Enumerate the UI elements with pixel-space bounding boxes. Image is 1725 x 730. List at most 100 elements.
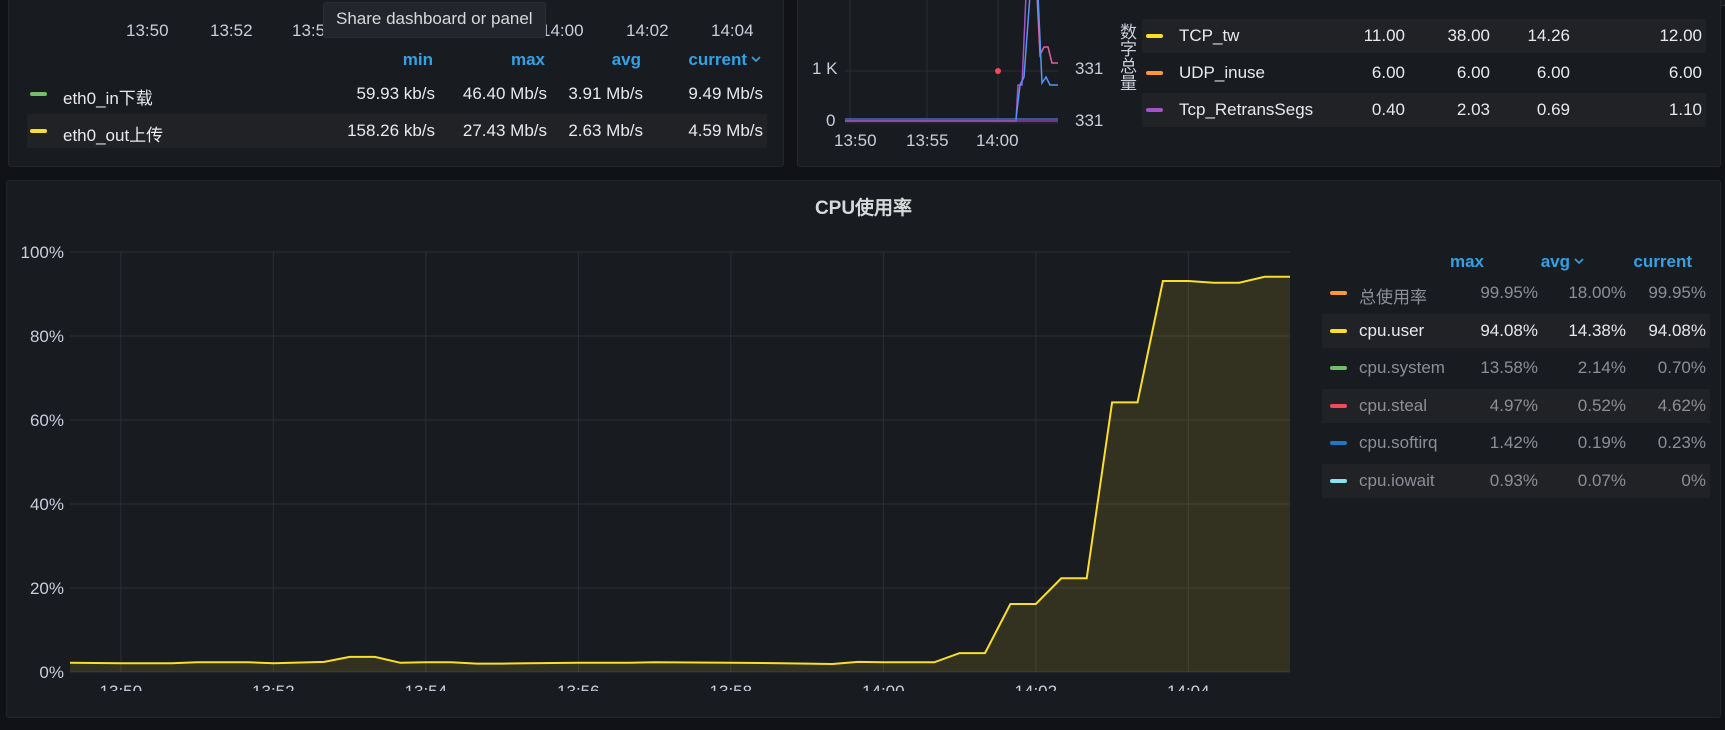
series-color-swatch [1330, 403, 1347, 408]
series-current-value: 0% [1681, 470, 1706, 490]
series-max-value: 13.58% [1480, 358, 1538, 377]
net-legend-row[interactable]: eth0_in下载 59.93 kb/s 46.40 Mb/s 3.91 Mb/s 9.… [27, 77, 767, 111]
tcp-marker-point [995, 68, 1001, 74]
series-value: 2.03 [1456, 100, 1490, 119]
series-name: cpu.user [1359, 320, 1425, 340]
series-name: eth0_in下载 [63, 89, 153, 108]
x-tick-label: 14:00 [862, 682, 905, 691]
cpu-legend-header-max[interactable]: max [1450, 252, 1484, 272]
tcp-y-tick: 1 K [812, 59, 838, 78]
net-x-tick: 13:52 [210, 21, 253, 40]
x-tick-label: 13:58 [710, 682, 753, 691]
tcp-x-tick: 13:55 [906, 131, 949, 150]
cpu-legend-row[interactable]: cpu.softirq 1.42% 0.19% 0.23% [1322, 426, 1710, 460]
x-tick-label: 13:50 [100, 682, 143, 691]
series-color-swatch [1146, 71, 1163, 75]
series-avg-value: 0.52% [1577, 395, 1626, 415]
series-name: 总使用率 [1359, 288, 1427, 307]
tcp-legend-row[interactable]: Tcp_RetransSegs 0.40 2.03 0.69 1.10 [1142, 93, 1706, 127]
series-color-swatch [1330, 366, 1347, 370]
cpu-legend-row[interactable]: 总使用率 99.95% 18.00% 99.95% [1322, 276, 1710, 310]
net-legend-header-max[interactable]: max [511, 50, 545, 70]
series-max-value: 99.95% [1480, 283, 1538, 302]
series-color-swatch [1330, 291, 1347, 295]
series-value: 38.00 [1447, 26, 1490, 45]
series-current-value: 0.70% [1657, 358, 1706, 377]
series-avg-value: 3.91 Mb/s [568, 84, 643, 103]
series-value: 6.00 [1668, 63, 1702, 82]
series-current-value: 94.08% [1648, 320, 1706, 340]
series-max-value: 4.97% [1489, 395, 1538, 415]
series-min-value: 158.26 kb/s [347, 121, 435, 140]
series-name: Tcp_RetransSegs [1179, 100, 1314, 119]
tcp-x-tick: 14:00 [976, 131, 1019, 150]
net-x-tick: 13:50 [126, 21, 169, 40]
net-legend-header-avg[interactable]: avg [612, 50, 641, 70]
series-current-value: 4.62% [1657, 395, 1706, 415]
y-tick-label: 20% [30, 579, 64, 598]
series-current-value: 4.59 Mb/s [688, 121, 763, 140]
series-value: 11.00 [1363, 26, 1405, 45]
y-tick-label: 40% [30, 495, 64, 514]
series-max-value: 0.93% [1489, 470, 1538, 490]
x-tick-label: 13:52 [252, 682, 295, 691]
net-x-tick: 14:02 [626, 21, 669, 40]
tcp-legend-row[interactable]: TCP_tw 11.00 38.00 14.26 12.00 [1142, 19, 1706, 53]
series-max-value: 46.40 Mb/s [462, 84, 547, 103]
tcp-y-right-tick: 331 [1075, 59, 1104, 78]
series-value: 0.40 [1371, 100, 1405, 119]
cpu-legend-row[interactable]: cpu.system 13.58% 2.14% 0.70% [1322, 351, 1710, 385]
series-color-swatch [30, 129, 47, 133]
cpu-legend-row[interactable]: cpu.steal 4.97% 0.52% 4.62% [1322, 388, 1710, 423]
cpu-legend-row[interactable]: cpu.user 94.08% 14.38% 94.08% [1322, 313, 1710, 348]
tcp-side-axis-label: 数字总量 [1117, 23, 1136, 91]
net-x-tick: 14:04 [711, 21, 754, 40]
series-avg-value: 18.00% [1568, 283, 1626, 302]
cpu-legend-header-avg[interactable]: avg [1540, 252, 1584, 272]
tcp-x-tick: 13:50 [834, 131, 877, 150]
cpu-panel: CPU使用率 0%20%40%60%80%100%13:5013:5213:54… [6, 180, 1721, 718]
series-avg-value: 2.63 Mb/s [568, 121, 643, 140]
chevron-down-icon [751, 56, 761, 63]
series-name: cpu.system [1359, 358, 1445, 377]
series-color-swatch [30, 92, 47, 96]
series-value: 6.00 [1456, 63, 1490, 82]
series-color-swatch [1146, 34, 1163, 38]
net-x-tick: 14:00 [541, 21, 584, 40]
x-tick-label: 14:02 [1015, 682, 1058, 691]
x-tick-label: 14:04 [1167, 682, 1210, 691]
cpu-legend-header-current[interactable]: current [1633, 252, 1692, 272]
series-name: cpu.softirq [1359, 433, 1438, 452]
cpu-chart: 0% 20% 40% 60% 80% 100% 13:50 13:52 13:54 13:56 13… [21, 243, 1290, 691]
series-max-value: 1.42% [1489, 433, 1538, 452]
cpu-legend-header-avg-label: avg [1540, 252, 1570, 271]
series-name: UDP_inuse [1179, 63, 1265, 82]
series-min-value: 59.93 kb/s [356, 84, 435, 103]
tcp-series-purple [845, 0, 1027, 122]
series-color-swatch [1330, 478, 1347, 483]
y-tick-label: 60% [30, 411, 64, 430]
y-tick-label: 100% [21, 243, 64, 262]
net-legend-header-min[interactable]: min [403, 50, 433, 70]
series-avg-value: 2.14% [1577, 358, 1626, 377]
series-color-swatch [1330, 328, 1347, 333]
tcp-y-tick: 0 [826, 111, 836, 130]
series-value: 14.26 [1527, 26, 1570, 45]
net-legend-row[interactable]: eth0_out上传 158.26 kb/s 27.43 Mb/s 2.63 Mb/s… [27, 114, 767, 148]
y-tick-label: 0% [39, 663, 64, 682]
share-tooltip: Share dashboard or panel [323, 2, 546, 38]
series-color-swatch [1330, 441, 1347, 445]
series-avg-value: 14.38% [1568, 320, 1626, 340]
series-current-value: 99.95% [1648, 283, 1706, 302]
series-max-value: 27.43 Mb/s [462, 121, 547, 140]
series-value: 6.00 [1371, 63, 1405, 82]
series-value: 0.69 [1536, 100, 1570, 119]
net-legend-header-current[interactable]: current [688, 50, 761, 70]
series-value: 12.00 [1659, 26, 1702, 45]
series-avg-value: 0.19% [1577, 433, 1626, 452]
x-tick-label: 13:54 [405, 682, 448, 691]
series-color-swatch [1146, 108, 1163, 112]
net-x-tick: 13:5 [292, 21, 326, 40]
tcp-legend-row[interactable]: UDP_inuse 6.00 6.00 6.00 6.00 [1142, 56, 1706, 90]
cpu-legend-row[interactable]: cpu.iowait 0.93% 0.07% 0% [1322, 463, 1710, 498]
